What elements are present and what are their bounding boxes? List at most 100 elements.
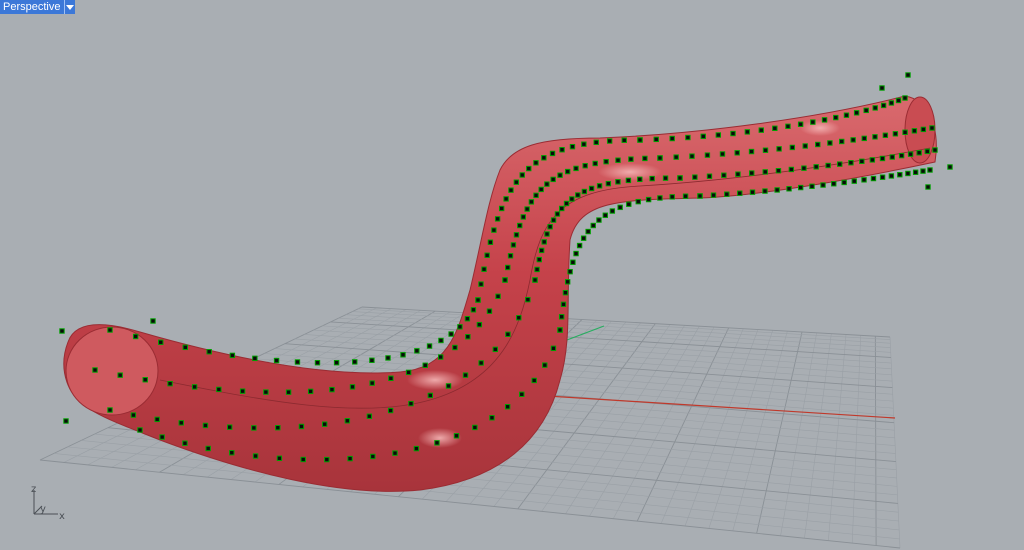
control-point[interactable] [749,170,755,176]
control-point[interactable] [927,167,933,173]
control-point[interactable] [947,164,953,170]
control-point[interactable] [347,455,353,462]
control-point[interactable] [649,175,655,182]
control-point[interactable] [275,425,281,431]
control-point[interactable] [513,179,520,185]
control-point[interactable] [560,301,567,308]
control-point[interactable] [748,148,755,155]
control-point[interactable] [503,196,509,202]
control-point[interactable] [452,344,458,351]
control-point[interactable] [352,359,358,365]
control-point[interactable] [911,128,918,134]
control-point[interactable] [519,391,525,397]
control-point[interactable] [861,177,867,183]
viewport-title[interactable]: Perspective [0,0,65,14]
viewport-title-tab[interactable]: Perspective [0,0,76,14]
control-point[interactable] [507,253,514,259]
control-point[interactable] [542,362,548,368]
control-point[interactable] [662,175,669,181]
control-point[interactable] [635,198,641,205]
control-point[interactable] [929,125,935,131]
control-point[interactable] [167,380,173,387]
control-point[interactable] [414,348,420,354]
control-point[interactable] [321,421,328,427]
control-point[interactable] [202,422,209,429]
control-point[interactable] [902,95,908,101]
control-point[interactable] [388,375,394,381]
perspective-viewport[interactable]: Perspective z y x [0,0,1024,550]
control-point[interactable] [159,434,165,440]
control-point[interactable] [437,354,444,360]
control-point[interactable] [239,388,246,394]
control-point[interactable] [534,266,540,273]
control-point[interactable] [916,150,922,156]
control-point[interactable] [273,357,280,364]
control-point[interactable] [879,174,886,180]
control-point[interactable] [737,190,743,196]
control-point[interactable] [827,140,833,146]
control-point[interactable] [182,344,188,351]
control-point[interactable] [405,369,412,376]
control-point[interactable] [606,138,613,144]
control-point[interactable] [872,134,878,140]
control-point[interactable] [132,333,139,340]
control-point[interactable] [653,136,659,143]
control-point[interactable] [775,168,782,174]
control-point[interactable] [809,183,815,190]
control-point[interactable] [879,85,885,91]
control-point[interactable] [59,328,65,334]
control-point[interactable] [882,132,889,138]
control-point[interactable] [472,424,478,431]
control-point[interactable] [182,440,188,446]
control-point[interactable] [592,160,598,167]
control-point[interactable] [191,384,198,390]
control-point[interactable] [682,193,689,199]
control-point[interactable] [550,176,556,183]
control-point[interactable] [657,155,663,161]
control-point[interactable] [329,386,335,393]
control-point[interactable] [502,277,508,283]
triangle-down-icon[interactable] [64,0,76,14]
control-point[interactable] [422,362,428,368]
control-point[interactable] [475,297,481,303]
control-point[interactable] [538,186,544,193]
control-point[interactable] [385,355,391,361]
control-point[interactable] [724,191,730,197]
control-point[interactable] [504,404,511,410]
control-point[interactable] [251,425,257,431]
control-point[interactable] [434,440,440,446]
control-point[interactable] [905,170,911,177]
control-point[interactable] [285,389,292,395]
control-point[interactable] [642,155,648,162]
control-point[interactable] [762,169,768,175]
control-point[interactable] [567,268,573,275]
control-point[interactable] [615,179,621,185]
control-point[interactable] [585,228,591,235]
control-point[interactable] [392,450,398,456]
control-point[interactable] [307,388,314,395]
control-point[interactable] [861,135,867,142]
control-point[interactable] [536,256,542,263]
control-point[interactable] [645,196,652,203]
control-point[interactable] [730,130,736,137]
control-point[interactable] [563,200,570,207]
control-point[interactable] [541,239,547,245]
control-point[interactable] [888,173,895,179]
control-point[interactable] [895,97,902,104]
control-point[interactable] [533,160,539,166]
control-point[interactable] [735,171,741,177]
control-point[interactable] [517,222,523,229]
control-point[interactable] [615,157,621,163]
control-point[interactable] [596,183,603,189]
control-point[interactable] [685,134,691,141]
control-point[interactable] [593,139,599,146]
control-point[interactable] [510,242,517,248]
control-point[interactable] [533,192,539,199]
control-point[interactable] [462,372,469,378]
control-point[interactable] [438,337,444,344]
control-point[interactable] [715,132,722,138]
control-point[interactable] [63,418,69,424]
control-point[interactable] [569,143,576,150]
control-point[interactable] [657,195,663,201]
control-point[interactable] [813,164,819,170]
